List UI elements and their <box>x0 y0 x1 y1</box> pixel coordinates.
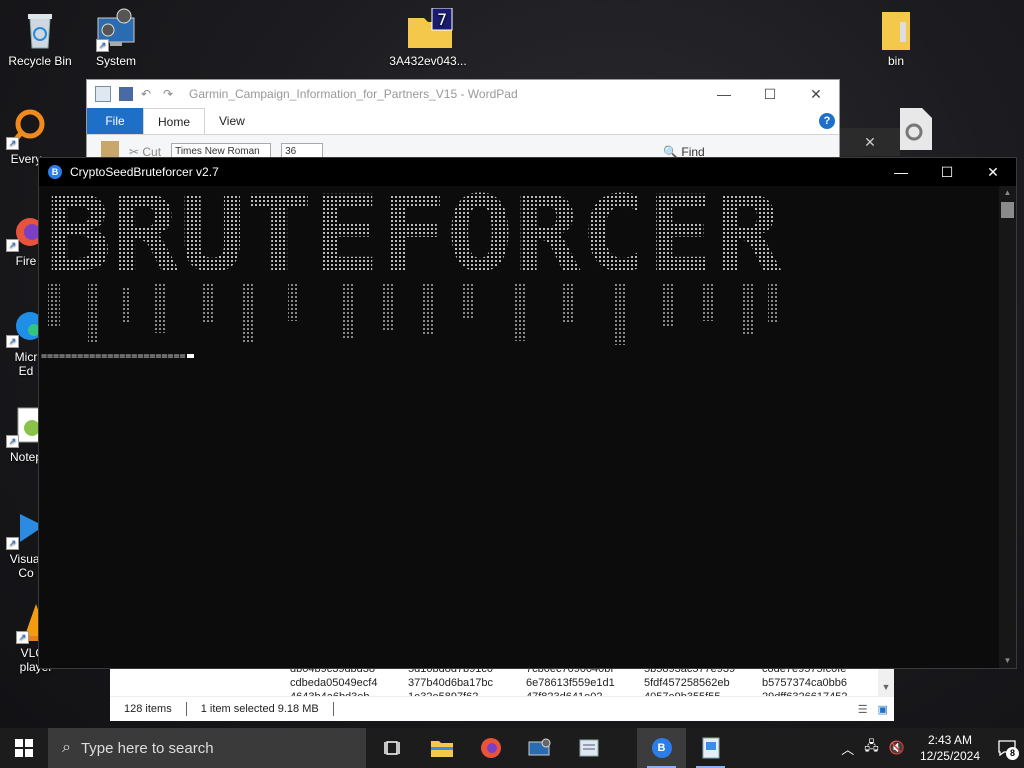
close-button[interactable]: ✕ <box>970 164 1016 181</box>
tab-view[interactable]: View <box>205 108 259 134</box>
settings-file-icon <box>894 106 938 150</box>
tab-home[interactable]: Home <box>143 108 206 134</box>
recycle-bin-icon <box>18 8 62 52</box>
wordpad-app-icon <box>95 86 111 102</box>
save-icon[interactable] <box>119 87 133 101</box>
help-button[interactable]: ? <box>819 113 835 129</box>
folder-icon <box>874 8 918 52</box>
scroll-up-arrow[interactable]: ▲ <box>999 186 1016 200</box>
wordpad-titlebar[interactable]: ↶ ↷ Garmin_Campaign_Information_for_Part… <box>87 80 839 108</box>
item-count: 128 items <box>124 703 172 715</box>
maximize-button[interactable]: ☐ <box>924 164 970 181</box>
banner-text: BRUTEFORCER <box>45 188 781 295</box>
start-button[interactable] <box>0 728 48 768</box>
taskbar-file-explorer[interactable] <box>417 728 466 768</box>
tab-file[interactable]: File <box>87 108 143 134</box>
taskbar: ⌕ Type here to search B ︿ 🖧 🔇 2:43 AM 12… <box>0 728 1024 768</box>
shortcut-arrow-icon: ↗ <box>6 435 19 448</box>
volume-muted-icon[interactable]: 🔇 <box>884 740 910 756</box>
folder-archive-icon: 7 <box>406 7 453 52</box>
image-viewer-icon <box>702 737 719 759</box>
minimize-button[interactable]: — <box>878 164 924 180</box>
taskbar-search-box[interactable]: ⌕ Type here to search <box>48 728 366 768</box>
separator-line: ======================== <box>41 351 186 362</box>
search-placeholder: Type here to search <box>80 739 214 757</box>
close-button[interactable]: ✕ <box>793 86 839 103</box>
scroll-thumb[interactable] <box>1001 202 1014 218</box>
shortcut-arrow-icon: ↗ <box>6 137 19 150</box>
shortcut-arrow-icon: ↗ <box>6 335 19 348</box>
console-prompt-line: ======================== <box>41 351 194 362</box>
system-tray: ︿ 🖧 🔇 2:43 AM 12/25/2024 8 <box>836 728 1024 768</box>
taskbar-wordpad[interactable] <box>564 728 613 768</box>
desktop-icon-bin-folder[interactable]: bin <box>856 8 936 68</box>
shortcut-arrow-icon: ↗ <box>16 631 29 644</box>
system-settings-icon <box>528 738 550 756</box>
desktop-icon-archive-folder[interactable]: 7 3A432ev043... <box>388 7 468 68</box>
redo-icon[interactable]: ↷ <box>163 87 177 101</box>
console-output[interactable]: BRUTEFORCER ======================== <box>39 186 999 668</box>
desktop-icon-label: bin <box>887 54 904 68</box>
desktop-icon-recycle-bin[interactable]: Recycle Bin <box>0 8 80 68</box>
taskbar-system-settings[interactable] <box>515 728 564 768</box>
desktop-icon-label: 3A432ev043... <box>389 54 467 68</box>
console-scrollbar[interactable]: ▲ ▼ <box>999 186 1016 668</box>
file-explorer-icon <box>430 741 453 757</box>
bitcoin-icon: B <box>651 738 672 758</box>
status-divider <box>332 702 334 716</box>
close-icon[interactable]: ✕ <box>840 128 900 156</box>
file-name: 6e78613f559e1d1 <box>526 677 615 689</box>
maximize-button[interactable]: ☐ <box>747 86 793 103</box>
clock[interactable]: 2:43 AM 12/25/2024 <box>910 732 990 764</box>
status-bar: 128 items 1 item selected 9.18 MB ☰ ▣ <box>110 696 894 721</box>
selection-info: 1 item selected 9.18 MB <box>200 703 319 715</box>
firefox-icon <box>480 738 501 758</box>
task-view-button[interactable] <box>368 728 417 768</box>
taskbar-firefox[interactable] <box>466 728 515 768</box>
wordpad-title: Garmin_Campaign_Information_for_Partners… <box>189 87 518 101</box>
shortcut-arrow-icon: ↗ <box>6 537 19 550</box>
ribbon-tabs: File Home View ? <box>87 108 839 135</box>
bitcoin-icon: B <box>48 165 62 179</box>
wordpad-icon <box>579 739 598 757</box>
shortcut-arrow-icon: ↗ <box>96 39 109 52</box>
text-cursor <box>186 354 194 358</box>
taskbar-bruteforcer[interactable]: B <box>637 728 686 768</box>
clock-date: 12/25/2024 <box>919 749 980 763</box>
svg-text:7: 7 <box>437 10 447 29</box>
file-name: 5fdf457258562eb <box>644 677 730 689</box>
file-name: 377b40d6ba17bc <box>408 677 494 689</box>
windows-logo-icon <box>15 739 33 757</box>
console-titlebar[interactable]: B CryptoSeedBruteforcer v2.7 — ☐ ✕ <box>39 158 1016 186</box>
chevron-up-icon[interactable]: ︿ <box>836 739 859 758</box>
console-window[interactable]: B CryptoSeedBruteforcer v2.7 — ☐ ✕ BRUTE… <box>38 157 1017 669</box>
desktop-icon-label: System <box>95 54 136 68</box>
console-title: CryptoSeedBruteforcer v2.7 <box>70 165 219 179</box>
scroll-down-arrow[interactable]: ▼ <box>999 654 1016 668</box>
search-icon: ⌕ <box>62 739 71 756</box>
details-view-icon[interactable]: ☰ <box>854 703 872 716</box>
minimize-button[interactable]: — <box>701 86 747 102</box>
taskbar-image-viewer[interactable] <box>686 728 735 768</box>
ascii-banner: BRUTEFORCER <box>45 188 781 345</box>
file-name: b5757374ca0bb6 <box>762 677 848 689</box>
file-explorer-window[interactable]: db04b9c39dbd38 5d10bd8d7b91c0 7cb0ec7090… <box>110 662 894 721</box>
network-icon[interactable]: 🖧 <box>859 737 884 759</box>
task-view-icon <box>383 741 400 755</box>
notification-count-badge: 8 <box>1006 747 1019 760</box>
shortcut-arrow-icon: ↗ <box>6 239 19 252</box>
file-name: cdbeda05049ecf4 <box>290 677 378 689</box>
large-icons-view-icon[interactable]: ▣ <box>872 703 894 716</box>
everything-search-icon: ↗ <box>4 106 48 150</box>
desktop-icon-label: Recycle Bin <box>8 54 72 68</box>
undo-icon[interactable]: ↶ <box>141 87 155 101</box>
notification-center-button[interactable]: 8 <box>990 728 1024 768</box>
desktop-icon-system[interactable]: ↗ System <box>76 8 156 68</box>
system-settings-icon: ↗ <box>94 8 138 52</box>
table-row[interactable]: cdbeda05049ecf4 377b40d6ba17bc 6e78613f5… <box>290 676 890 690</box>
clock-time: 2:43 AM <box>927 733 972 747</box>
